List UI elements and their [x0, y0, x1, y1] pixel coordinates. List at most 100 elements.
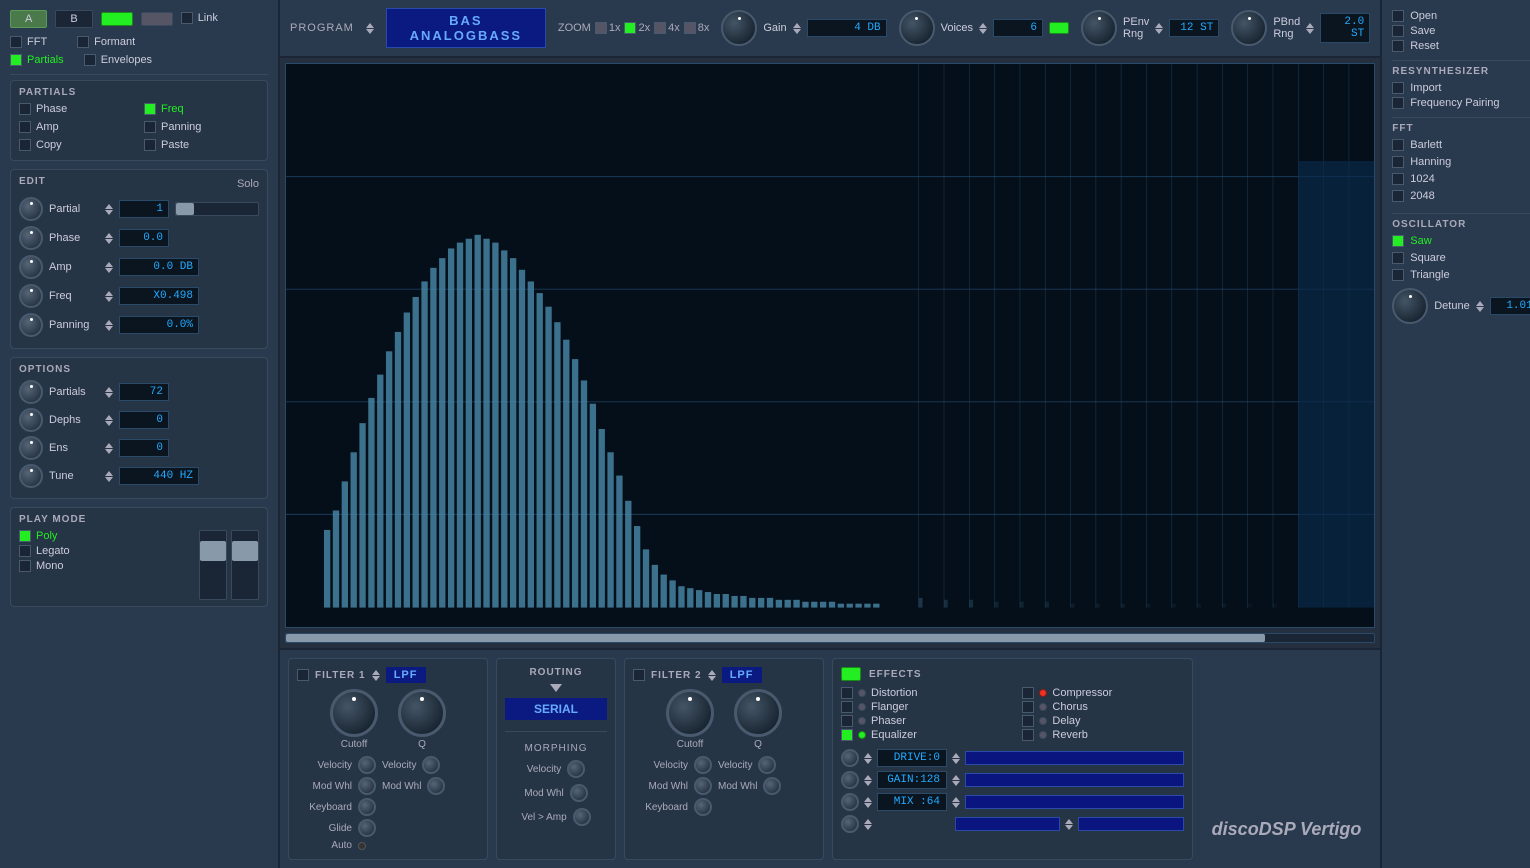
gain-display[interactable]: 4 DB — [807, 19, 887, 37]
filter2-cutoff-knob[interactable] — [666, 689, 714, 737]
saw-checkbox[interactable] — [1392, 235, 1404, 247]
mix-spin[interactable] — [864, 797, 872, 808]
filter2-velocity-knob2[interactable] — [758, 756, 776, 774]
barlett-checkbox[interactable] — [1392, 139, 1404, 151]
pbnd-knob[interactable] — [1231, 10, 1267, 46]
filter1-modwhl-knob1[interactable] — [358, 777, 376, 795]
morphing-modwhl-knob[interactable] — [570, 784, 588, 802]
flanger-check[interactable] — [841, 701, 853, 713]
zoom-1x[interactable]: 1x — [595, 22, 621, 34]
reverb-check[interactable] — [1022, 729, 1034, 741]
fft1024-checkbox[interactable] — [1392, 173, 1404, 185]
partial-value[interactable]: 1 — [119, 200, 169, 218]
tune-opt-knob[interactable] — [19, 464, 43, 488]
freq-spin[interactable] — [105, 291, 113, 302]
filter2-velocity-knob1[interactable] — [694, 756, 712, 774]
zoom-4x[interactable]: 4x — [654, 22, 680, 34]
save-label[interactable]: Save — [1410, 25, 1435, 37]
extra-spin2[interactable] — [1065, 819, 1073, 830]
pbnd-display[interactable]: 2.0 ST — [1320, 13, 1370, 43]
mix-spin2[interactable] — [952, 797, 960, 808]
save-checkbox[interactable] — [1392, 25, 1404, 37]
filter1-checkbox[interactable] — [297, 669, 309, 681]
filter1-type[interactable]: LPF — [386, 667, 426, 683]
copy-checkbox[interactable] — [19, 139, 31, 151]
gain-fx-spin[interactable] — [864, 775, 872, 786]
chorus-check[interactable] — [1022, 701, 1034, 713]
legato-checkbox[interactable] — [19, 545, 31, 557]
delay-check[interactable] — [1022, 715, 1034, 727]
phase-spin[interactable] — [105, 233, 113, 244]
voices-spin[interactable] — [979, 23, 987, 34]
slider-v-1[interactable] — [199, 530, 227, 600]
phase-value[interactable]: 0.0 — [119, 229, 169, 247]
freq-knob[interactable] — [19, 284, 43, 308]
poly-checkbox[interactable] — [19, 530, 31, 542]
equalizer-check[interactable] — [841, 729, 853, 741]
mix-display[interactable]: MIX :64 — [877, 793, 947, 811]
morphing-velocity-knob[interactable] — [567, 760, 585, 778]
filter1-velocity-knob1[interactable] — [358, 756, 376, 774]
ens-opt-value[interactable]: 0 — [119, 439, 169, 457]
depths-opt-value[interactable]: 0 — [119, 411, 169, 429]
drive-spin2[interactable] — [952, 753, 960, 764]
filter1-keyboard-knob[interactable] — [358, 798, 376, 816]
extra-knob[interactable] — [841, 815, 859, 833]
zoom-2x[interactable]: 2x — [624, 22, 650, 34]
tune-opt-spin[interactable] — [105, 471, 113, 482]
tab-a[interactable]: A — [10, 10, 47, 28]
freq-checkbox[interactable] — [144, 103, 156, 115]
partials-checkbox[interactable] — [10, 54, 22, 66]
filter2-modwhl-knob2[interactable] — [763, 777, 781, 795]
open-label[interactable]: Open — [1410, 10, 1437, 22]
envelopes-checkbox[interactable] — [84, 54, 96, 66]
voices-display[interactable]: 6 — [993, 19, 1043, 37]
amp-knob[interactable] — [19, 255, 43, 279]
filter2-q-knob[interactable] — [734, 689, 782, 737]
reset-label[interactable]: Reset — [1410, 40, 1439, 52]
phase-checkbox[interactable] — [19, 103, 31, 115]
filter2-keyboard-knob[interactable] — [694, 798, 712, 816]
detune-display[interactable]: 1.01 — [1490, 297, 1530, 315]
filter1-type-spin[interactable] — [372, 670, 380, 681]
freq-pairing-label[interactable]: Frequency Pairing — [1410, 97, 1499, 109]
tab-b[interactable]: B — [55, 10, 92, 28]
gain-knob[interactable] — [721, 10, 757, 46]
filter1-glide-knob[interactable] — [358, 819, 376, 837]
penv-display[interactable]: 12 ST — [1169, 19, 1219, 37]
filter1-cutoff-knob[interactable] — [330, 689, 378, 737]
partial-slider[interactable] — [175, 202, 259, 216]
program-spin[interactable] — [366, 23, 374, 34]
depths-opt-spin[interactable] — [105, 415, 113, 426]
panning-knob[interactable] — [19, 313, 43, 337]
fft2048-checkbox[interactable] — [1392, 190, 1404, 202]
voices-knob[interactable] — [899, 10, 935, 46]
reset-checkbox[interactable] — [1392, 40, 1404, 52]
triangle-checkbox[interactable] — [1392, 269, 1404, 281]
mix-knob[interactable] — [841, 793, 859, 811]
detune-knob[interactable] — [1392, 288, 1428, 324]
amp-value[interactable]: 0.0 DB — [119, 258, 199, 276]
depths-opt-knob[interactable] — [19, 408, 43, 432]
zoom-8x[interactable]: 8x — [684, 22, 710, 34]
filter2-modwhl-knob1[interactable] — [694, 777, 712, 795]
filter2-type[interactable]: LPF — [722, 667, 762, 683]
drive-knob[interactable] — [841, 749, 859, 767]
detune-spin[interactable] — [1476, 301, 1484, 312]
amp-spin[interactable] — [105, 262, 113, 273]
partial-spin[interactable] — [105, 204, 113, 215]
freq-pairing-checkbox[interactable] — [1392, 97, 1404, 109]
ens-opt-spin[interactable] — [105, 443, 113, 454]
effects-power-led[interactable] — [841, 667, 861, 681]
drive-spin[interactable] — [864, 753, 872, 764]
slider-v-2[interactable] — [231, 530, 259, 600]
link-checkbox[interactable] — [181, 12, 193, 24]
phaser-check[interactable] — [841, 715, 853, 727]
compressor-check[interactable] — [1022, 687, 1034, 699]
spectrum-display[interactable] — [285, 63, 1375, 628]
panning-value[interactable]: 0.0% — [119, 316, 199, 334]
filter2-checkbox[interactable] — [633, 669, 645, 681]
penv-spin[interactable] — [1155, 23, 1163, 34]
filter1-velocity-knob2[interactable] — [422, 756, 440, 774]
morphing-velamp-knob[interactable] — [573, 808, 591, 826]
